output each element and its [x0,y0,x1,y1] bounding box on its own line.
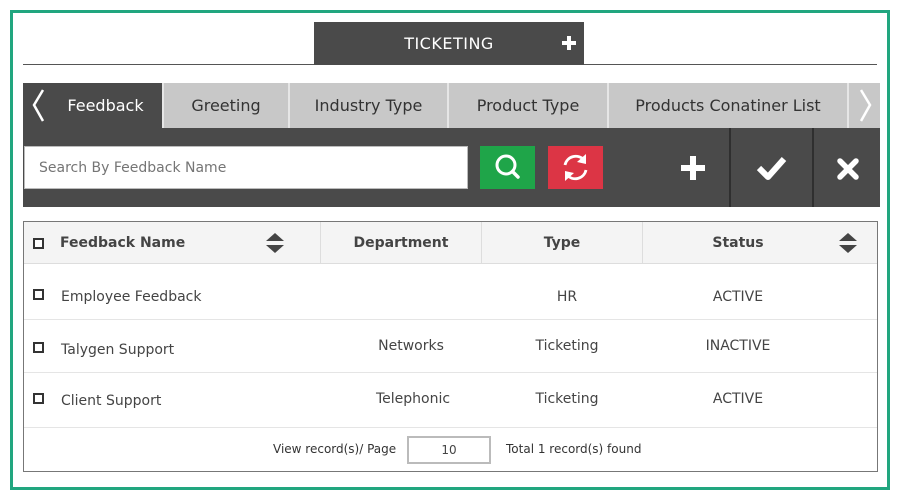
confirm-button[interactable] [731,128,813,207]
delete-button[interactable] [814,128,880,207]
refresh-icon [563,154,588,181]
plus-icon[interactable] [554,28,584,58]
tab-bar: Feedback Greeting Industry Type Product … [23,83,880,128]
per-page-input[interactable]: 10 [407,436,491,464]
search-button[interactable] [480,146,535,189]
feedback-table: Feedback Name Department Type Status Emp… [23,221,878,472]
column-header-status[interactable]: Status [643,222,833,264]
column-header-type[interactable]: Type [482,222,642,264]
status-cell: ACTIVE [712,391,764,407]
plus-icon [681,156,705,180]
type-cell: Ticketing [535,391,599,407]
table-row[interactable]: Employee Feedback HR ACTIVE [24,265,877,320]
tab-label: Product Type [476,96,580,115]
module-title: TICKETING [404,34,494,53]
select-all-checkbox[interactable] [33,238,44,249]
chevron-right-icon[interactable] [853,83,879,128]
search-icon [495,154,520,179]
module-title-tab[interactable]: TICKETING [314,22,584,65]
close-icon [837,158,859,180]
tab-label: Greeting [191,96,261,115]
tab-label: Products Conatiner List [635,96,821,115]
chevron-left-icon[interactable] [25,83,51,128]
row-checkbox[interactable] [33,342,44,353]
department-cell: Networks [378,338,444,354]
tab-greeting[interactable]: Greeting [164,83,290,128]
type-cell: Ticketing [535,338,599,354]
row-checkbox[interactable] [33,393,44,404]
pagination-footer: View record(s)/ Page 10 Total 1 record(s… [24,428,877,472]
column-header-feedback-name[interactable]: Feedback Name [60,222,260,264]
refresh-button[interactable] [548,146,603,189]
column-header-department[interactable]: Department [321,222,481,264]
type-cell: HR [556,289,578,305]
department-cell: Telephonic [375,391,451,407]
per-page-label: View record(s)/ Page [273,442,397,456]
feedback-name-cell: Employee Feedback [61,289,202,305]
add-button[interactable] [651,128,733,207]
check-icon [756,157,787,180]
tab-label: Feedback [67,96,144,115]
toolbar [23,128,880,207]
sort-icon[interactable] [265,232,285,254]
table-header: Feedback Name Department Type Status [24,222,877,264]
table-row[interactable]: Talygen Support Networks Ticketing INACT… [24,320,877,373]
status-cell: ACTIVE [712,289,764,305]
tab-product-type[interactable]: Product Type [449,83,609,128]
row-checkbox[interactable] [33,289,44,300]
search-input[interactable] [24,146,468,189]
feedback-name-cell: Talygen Support [61,342,175,358]
feedback-name-cell: Client Support [61,393,162,409]
total-records-label: Total 1 record(s) found [506,442,642,456]
tab-industry-type[interactable]: Industry Type [290,83,449,128]
tab-products-container-list[interactable]: Products Conatiner List [609,83,849,128]
table-row[interactable]: Client Support Telephonic Ticketing ACTI… [24,373,877,428]
tab-label: Industry Type [314,96,423,115]
status-cell: INACTIVE [705,338,771,354]
sort-icon[interactable] [838,232,858,254]
